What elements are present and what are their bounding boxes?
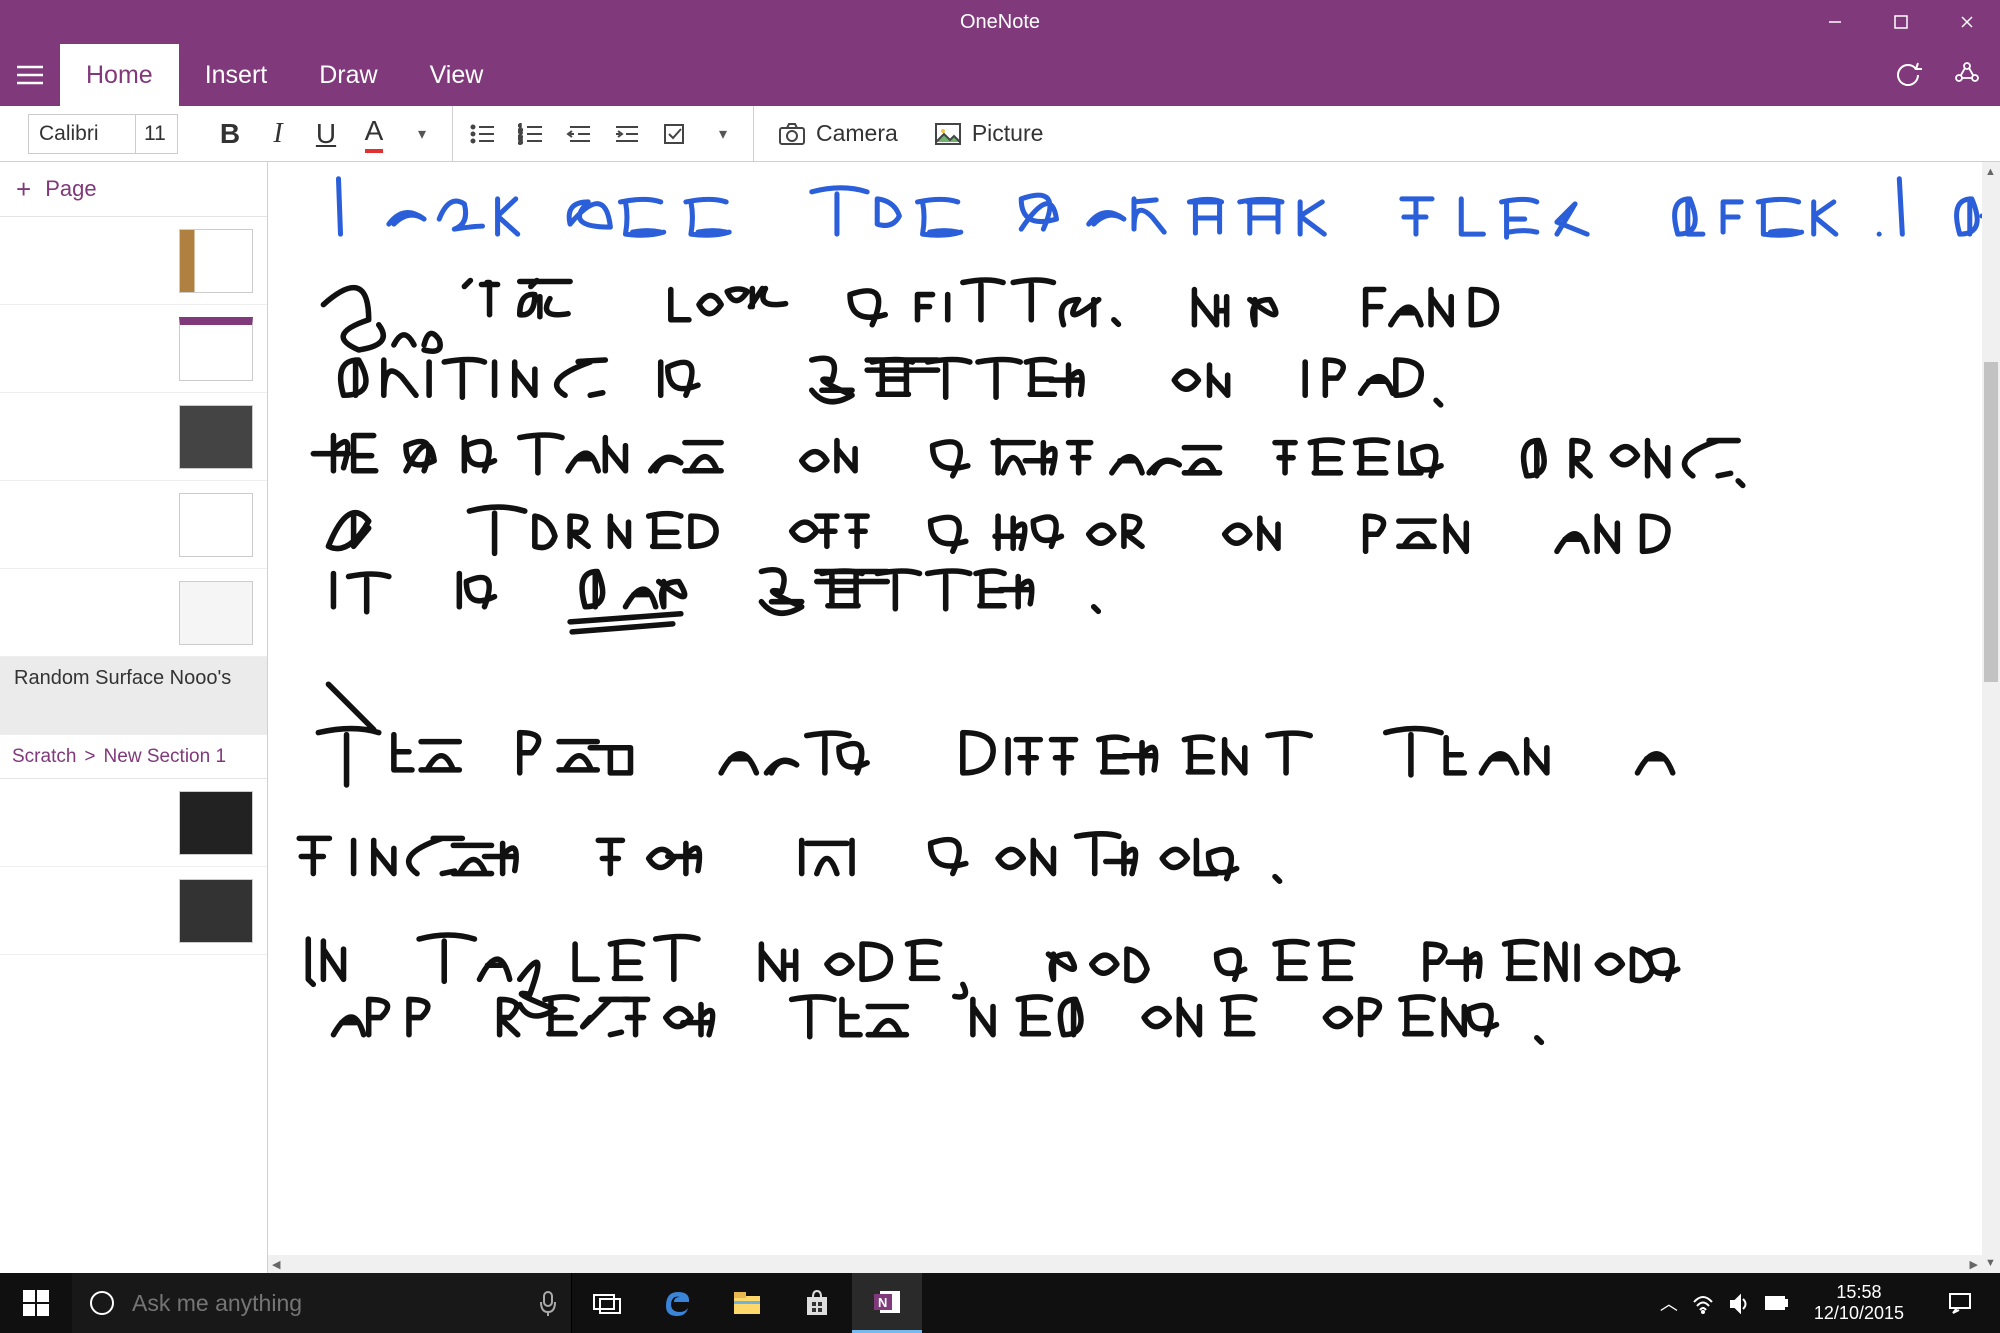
ink-line-1 — [338, 162, 2000, 237]
italic-button[interactable]: I — [254, 106, 302, 162]
underline-button[interactable]: U — [302, 106, 350, 162]
svg-text:N: N — [878, 1295, 887, 1310]
vertical-scrollbar[interactable]: ▲ ▼ — [1982, 162, 2000, 1273]
horizontal-scrollbar[interactable]: ◀ ▶ — [268, 1255, 1982, 1273]
ink-line-8 — [299, 834, 1279, 881]
toolbar-divider-2 — [753, 106, 754, 162]
breadcrumb-section: New Section 1 — [104, 746, 227, 768]
search-input[interactable] — [132, 1273, 525, 1333]
ink-line-4 — [313, 435, 1742, 485]
cortana-icon — [72, 1289, 132, 1317]
camera-button[interactable]: Camera — [760, 106, 916, 162]
selected-page-title: Random Surface Nooo's — [14, 667, 231, 690]
edge-button[interactable] — [642, 1273, 712, 1333]
hamburger-menu-button[interactable] — [0, 44, 60, 106]
page-thumb-1[interactable] — [0, 217, 267, 305]
windows-taskbar: N ︿ 15:58 12/10/2015 — [0, 1273, 2000, 1333]
task-view-button[interactable] — [572, 1273, 642, 1333]
scroll-up-arrow[interactable]: ▲ — [1985, 166, 1996, 178]
more-tags-dropdown[interactable]: ▾ — [699, 106, 747, 162]
action-center-button[interactable] — [1930, 1273, 1990, 1333]
tab-view[interactable]: View — [404, 44, 510, 106]
undo-button[interactable] — [1896, 59, 1924, 92]
font-size-select[interactable]: 11 — [136, 114, 178, 154]
window-controls — [1802, 0, 2000, 44]
bold-button[interactable]: B — [206, 106, 254, 162]
notebook-breadcrumb[interactable]: Scratch > New Section 1 — [0, 735, 267, 779]
tab-draw[interactable]: Draw — [293, 44, 403, 106]
tray-chevron-icon[interactable]: ︿ — [1660, 1290, 1678, 1316]
system-tray: ︿ 15:58 12/10/2015 — [1660, 1273, 2000, 1333]
page-thumb-7[interactable] — [0, 867, 267, 955]
scrollbar-thumb[interactable] — [1984, 362, 1998, 682]
clock-time: 15:58 — [1814, 1282, 1904, 1303]
onenote-taskbar-button[interactable]: N — [852, 1273, 922, 1333]
breadcrumb-notebook: Scratch — [12, 746, 76, 768]
mic-icon[interactable] — [525, 1290, 571, 1316]
page-thumb-2[interactable] — [0, 305, 267, 393]
tab-home[interactable]: Home — [60, 44, 179, 106]
ink-line-6 — [333, 570, 1098, 632]
page-thumb-4[interactable] — [0, 481, 267, 569]
volume-icon[interactable] — [1728, 1292, 1750, 1314]
clock[interactable]: 15:58 12/10/2015 — [1802, 1282, 1916, 1323]
picture-icon — [934, 122, 962, 146]
add-page-label: Page — [45, 176, 96, 202]
bullet-list-button[interactable] — [459, 106, 507, 162]
page-thumb-6[interactable] — [0, 779, 267, 867]
ribbon-tabs: Home Insert Draw View — [0, 44, 2000, 106]
ink-line-3 — [341, 358, 1441, 405]
window-titlebar: OneNote — [0, 0, 2000, 44]
outdent-button[interactable] — [555, 106, 603, 162]
font-name-select[interactable]: Calibri — [28, 114, 136, 154]
tab-insert[interactable]: Insert — [179, 44, 294, 106]
ink-line-7 — [318, 684, 1672, 785]
font-color-button[interactable]: A — [350, 106, 398, 162]
start-button[interactable] — [0, 1290, 72, 1316]
numbered-list-button[interactable]: 123 — [507, 106, 555, 162]
battery-icon[interactable] — [1764, 1294, 1788, 1312]
page-thumb-5[interactable] — [0, 569, 267, 657]
formatting-toolbar: Calibri 11 B I U A ▾ 123 ▾ Camera Pictur… — [0, 106, 2000, 162]
store-button[interactable] — [782, 1273, 852, 1333]
scroll-left-arrow[interactable]: ◀ — [272, 1258, 280, 1271]
camera-icon — [778, 122, 806, 146]
maximize-button[interactable] — [1868, 0, 1934, 44]
breadcrumb-separator: > — [84, 746, 95, 768]
add-page-button[interactable]: + Page — [0, 162, 267, 217]
close-button[interactable] — [1934, 0, 2000, 44]
minimize-button[interactable] — [1802, 0, 1868, 44]
file-explorer-button[interactable] — [712, 1273, 782, 1333]
page-thumb-selected[interactable]: Random Surface Nooo's — [0, 657, 267, 735]
app-title: OneNote — [960, 11, 1040, 34]
page-list-panel: + Page Random Surface Nooo's Scratch > N… — [0, 162, 268, 1273]
ink-line-5 — [328, 507, 1668, 553]
toolbar-divider — [452, 106, 453, 162]
camera-label: Camera — [816, 120, 898, 147]
more-formatting-dropdown[interactable]: ▾ — [398, 106, 446, 162]
scroll-right-arrow[interactable]: ▶ — [1970, 1258, 1978, 1271]
page-thumb-3[interactable] — [0, 393, 267, 481]
cortana-search[interactable] — [72, 1273, 572, 1333]
ink-line-10 — [333, 997, 1541, 1042]
ink-line-2 — [323, 280, 1496, 351]
scroll-down-arrow[interactable]: ▼ — [1985, 1257, 1996, 1269]
share-button[interactable] — [1952, 58, 1982, 93]
wifi-icon[interactable] — [1692, 1292, 1714, 1314]
plus-icon: + — [16, 174, 31, 205]
note-canvas[interactable] — [268, 162, 2000, 1273]
clock-date: 12/10/2015 — [1814, 1303, 1904, 1324]
todo-tag-button[interactable] — [651, 106, 699, 162]
picture-button[interactable]: Picture — [916, 106, 1062, 162]
picture-label: Picture — [972, 120, 1044, 147]
indent-button[interactable] — [603, 106, 651, 162]
svg-text:3: 3 — [518, 137, 523, 145]
